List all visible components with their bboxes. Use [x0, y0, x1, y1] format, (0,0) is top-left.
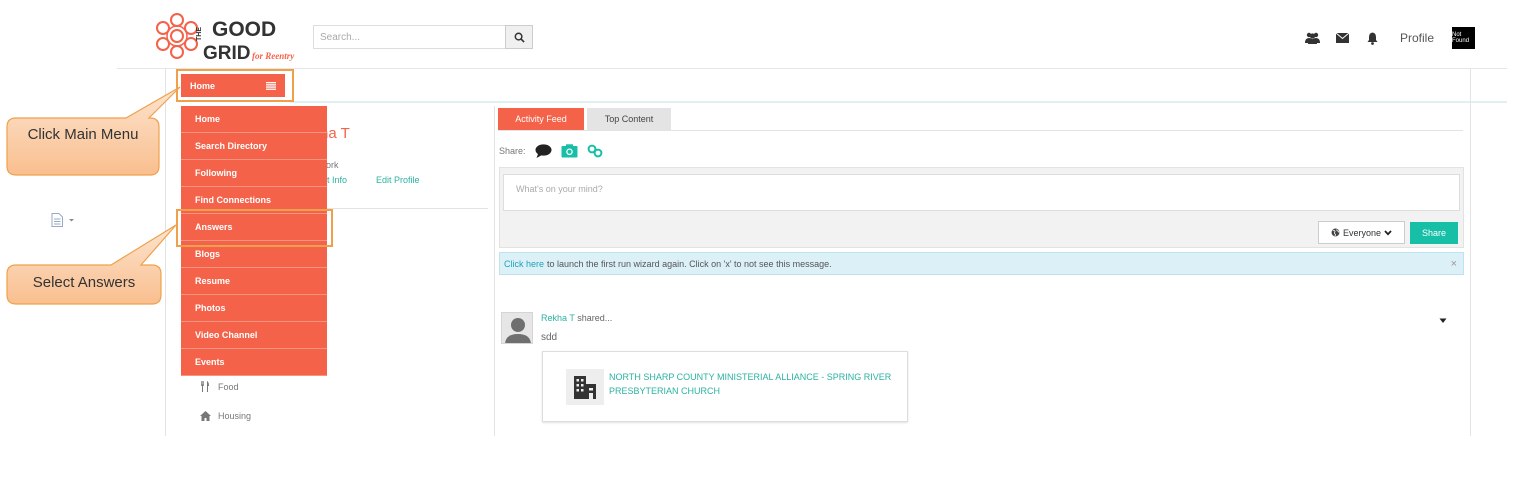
globe-icon	[1331, 228, 1340, 237]
contact-info-link[interactable]: t Info	[327, 175, 347, 185]
post-body: sdd	[541, 332, 558, 343]
building-icon	[566, 369, 604, 405]
menu-item-following[interactable]: Following	[181, 160, 327, 187]
close-icon[interactable]: ×	[1451, 258, 1457, 270]
audience-label: Everyone	[1342, 227, 1382, 238]
callout-text: Select Answers	[32, 274, 136, 291]
search-bar	[313, 25, 533, 49]
users-icon[interactable]	[1304, 30, 1320, 46]
sidebar-item-food[interactable]: Food	[200, 381, 239, 392]
tab-activity-feed[interactable]: Activity Feed	[498, 108, 584, 130]
main-menu-highlight	[176, 69, 294, 102]
right-frame-line	[1470, 69, 1471, 436]
audience-select[interactable]: Everyone	[1318, 221, 1405, 244]
center-frame-line	[494, 106, 495, 436]
menu-item-resume[interactable]: Resume	[181, 268, 327, 295]
post-header: Rekha T shared...	[541, 313, 612, 323]
share-type-row: Share:	[499, 144, 603, 158]
share-label: Share:	[499, 146, 526, 156]
envelope-icon[interactable]	[1334, 30, 1350, 46]
edit-profile-link[interactable]: Edit Profile	[376, 175, 420, 185]
caret-down-icon	[1439, 318, 1447, 323]
answers-highlight	[176, 209, 333, 247]
menu-item-home[interactable]: Home	[181, 106, 327, 133]
logo-grid: GRID	[203, 43, 251, 64]
left-panel-divider	[327, 208, 488, 209]
header-divider	[117, 68, 1507, 69]
camera-icon[interactable]	[561, 144, 578, 158]
profile-avatar[interactable]: Not Found	[1452, 27, 1476, 49]
logo-good: GOOD	[212, 18, 276, 41]
sidebar-item-label: Housing	[218, 411, 252, 421]
sidebar-item-housing[interactable]: Housing	[200, 411, 251, 421]
search-button[interactable]	[505, 25, 533, 49]
wizard-alert: Click here to launch the first run wizar…	[499, 252, 1464, 275]
menu-item-search-directory[interactable]: Search Directory	[181, 133, 327, 160]
menu-item-photos[interactable]: Photos	[181, 295, 327, 322]
link-icon[interactable]	[587, 144, 603, 158]
comment-icon[interactable]	[535, 144, 552, 158]
callout-click-main-menu: Click Main Menu	[6, 84, 186, 179]
site-logo[interactable]: THE GOOD GRID for Reentry	[152, 8, 312, 64]
share-button[interactable]: Share	[1410, 222, 1458, 244]
utensils-icon	[200, 381, 212, 392]
logo-the: THE	[196, 27, 203, 41]
tab-top-content[interactable]: Top Content	[587, 108, 671, 130]
sidebar-item-label: Food	[218, 381, 239, 392]
shared-resource-card[interactable]: NORTH SHARP COUNTY MINISTERIAL ALLIANCE …	[542, 351, 908, 422]
logo-graphic: THE GOOD GRID for Reentry	[156, 13, 295, 64]
post-composer: Everyone Share	[499, 167, 1464, 248]
wizard-message: to launch the first run wizard again. Cl…	[547, 258, 832, 269]
profile-work: ork	[326, 160, 339, 170]
menu-item-video-channel[interactable]: Video Channel	[181, 322, 327, 349]
menu-item-events[interactable]: Events	[181, 349, 327, 376]
home-icon	[200, 411, 212, 421]
post-author-link[interactable]: Rekha T	[541, 313, 575, 323]
bell-icon[interactable]	[1364, 30, 1380, 46]
wizard-link[interactable]: Click here	[504, 259, 544, 269]
callout-select-answers: Select Answers	[6, 222, 186, 307]
logo-tagline: for Reentry	[252, 51, 295, 61]
post-avatar[interactable]	[501, 312, 533, 344]
post-action: shared...	[577, 313, 613, 323]
accent-divider	[290, 101, 1507, 103]
chevron-down-icon	[1384, 229, 1392, 236]
search-icon	[514, 32, 525, 43]
user-silhouette-icon	[505, 318, 531, 343]
card-title-link[interactable]: NORTH SHARP COUNTY MINISTERIAL ALLIANCE …	[609, 370, 899, 398]
status-input[interactable]	[503, 174, 1460, 211]
callout-text: Click Main Menu	[27, 126, 139, 143]
post-options-button[interactable]	[1439, 315, 1447, 327]
search-input[interactable]	[313, 25, 506, 49]
tab-divider	[498, 130, 1463, 131]
profile-link[interactable]: Profile	[1400, 31, 1434, 45]
header-actions: Profile Not Found	[1304, 27, 1476, 49]
